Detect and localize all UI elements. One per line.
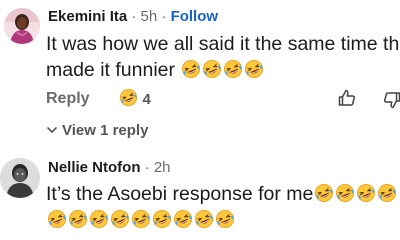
comment-text-line-2 bbox=[46, 207, 397, 233]
like-button[interactable] bbox=[337, 88, 357, 108]
comment-timestamp: · 2h bbox=[140, 159, 171, 176]
laughing-emoji-icon bbox=[194, 209, 214, 229]
laughing-emoji-icon bbox=[244, 59, 264, 79]
laughing-emoji-icon bbox=[377, 183, 397, 203]
laughing-emoji-icon bbox=[152, 209, 172, 229]
comment-text-fragment: It’s the Asoebi response for me bbox=[46, 183, 314, 205]
laughing-emoji-icon bbox=[131, 209, 151, 229]
comment-text: It’s the Asoebi response for me bbox=[46, 181, 397, 233]
view-replies-label: View 1 reply bbox=[62, 122, 149, 139]
comment-text-line-2: made it funnier bbox=[46, 57, 400, 83]
thumbs-down-icon bbox=[383, 92, 400, 109]
author-name[interactable]: Ekemini Ita bbox=[48, 8, 127, 25]
laughing-emoji-icon bbox=[335, 183, 355, 203]
comment-text-line: It’s the Asoebi response for me bbox=[46, 181, 397, 207]
laughing-emoji-icon bbox=[68, 209, 88, 229]
comment-text-line: It was how we all said it the same time … bbox=[46, 33, 400, 55]
laughing-emoji-icon bbox=[89, 209, 109, 229]
laughing-emoji-icon bbox=[110, 209, 130, 229]
laughing-emoji-icon bbox=[181, 59, 201, 79]
dislike-button[interactable] bbox=[382, 90, 400, 110]
comment-header: Ekemini Ita · 5h · Follow bbox=[48, 8, 218, 25]
laughing-emoji-icon bbox=[215, 209, 235, 229]
laughing-emoji-icon bbox=[356, 183, 376, 203]
reply-button[interactable]: Reply bbox=[46, 90, 90, 108]
avatar[interactable] bbox=[0, 158, 40, 198]
author-name[interactable]: Nellie Ntofon bbox=[48, 159, 141, 176]
chevron-down-icon bbox=[47, 127, 57, 133]
laughing-emoji-icon bbox=[202, 59, 222, 79]
laughing-emoji-icon bbox=[173, 209, 193, 229]
avatar[interactable] bbox=[4, 8, 40, 44]
thumbs-up-icon bbox=[338, 89, 356, 106]
laughing-emoji-icon bbox=[119, 88, 138, 107]
view-replies-button[interactable]: View 1 reply bbox=[46, 122, 148, 139]
comment-text: It was how we all said it the same time … bbox=[46, 31, 400, 83]
reaction-count: 4 bbox=[142, 91, 151, 108]
comment-text-fragment: made it funnier bbox=[46, 59, 175, 81]
reaction-summary[interactable]: 4 bbox=[118, 88, 151, 110]
follow-button[interactable]: Follow bbox=[171, 8, 219, 25]
laughing-emoji-icon bbox=[314, 183, 334, 203]
comment-timestamp: · 5h · bbox=[127, 8, 171, 25]
laughing-emoji-icon bbox=[223, 59, 243, 79]
laughing-emoji-icon bbox=[47, 209, 67, 229]
comment-header: Nellie Ntofon · 2h bbox=[48, 159, 171, 176]
